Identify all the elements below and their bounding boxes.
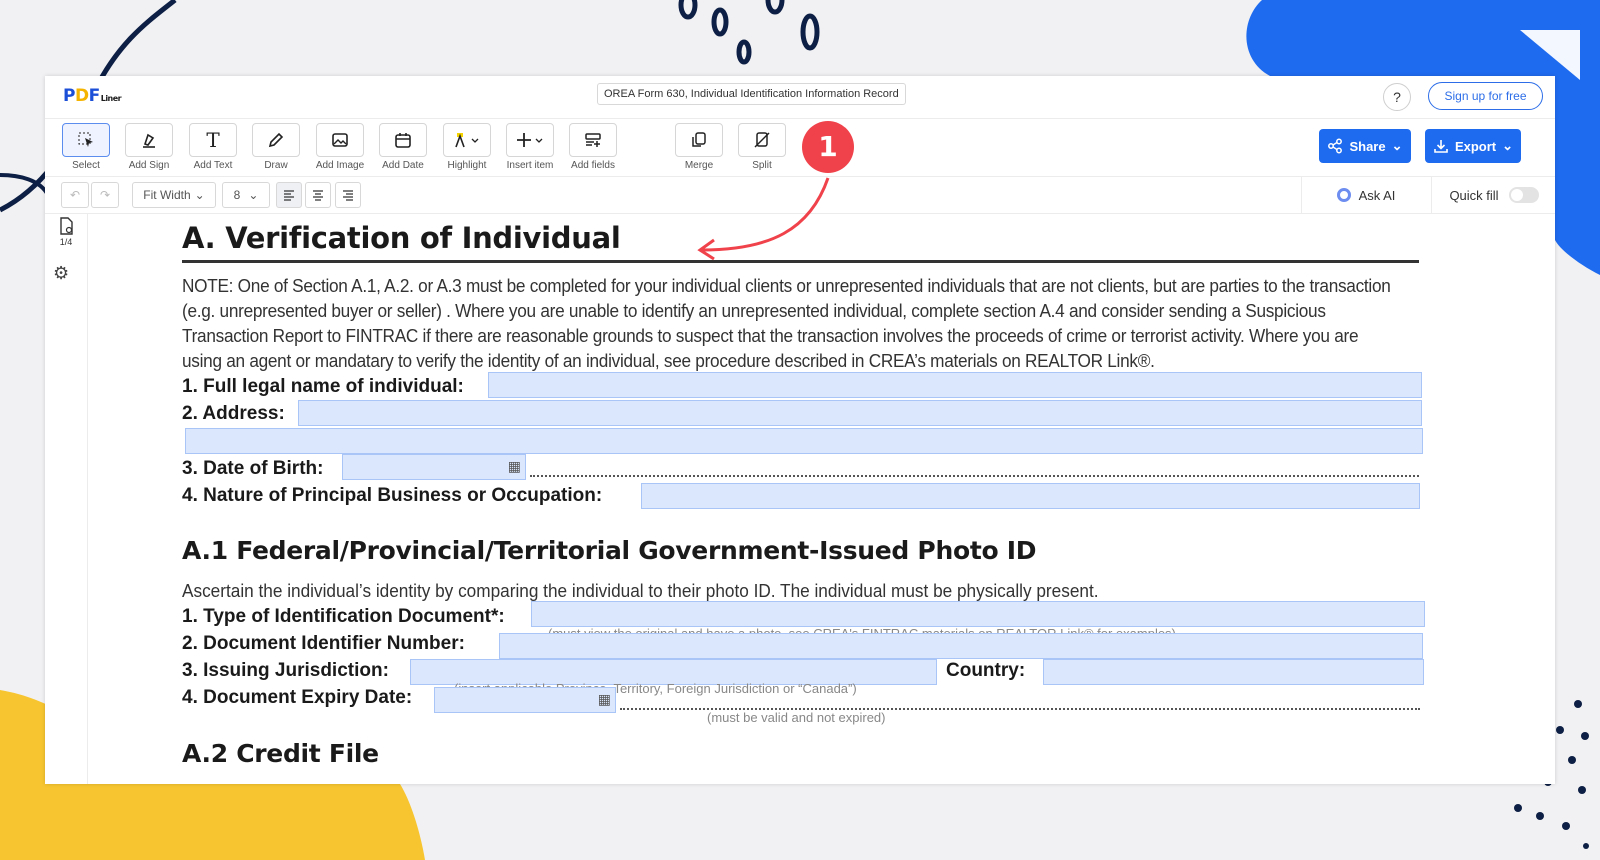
step-badge: 1 <box>802 121 854 173</box>
annotation-arrow <box>697 177 830 261</box>
